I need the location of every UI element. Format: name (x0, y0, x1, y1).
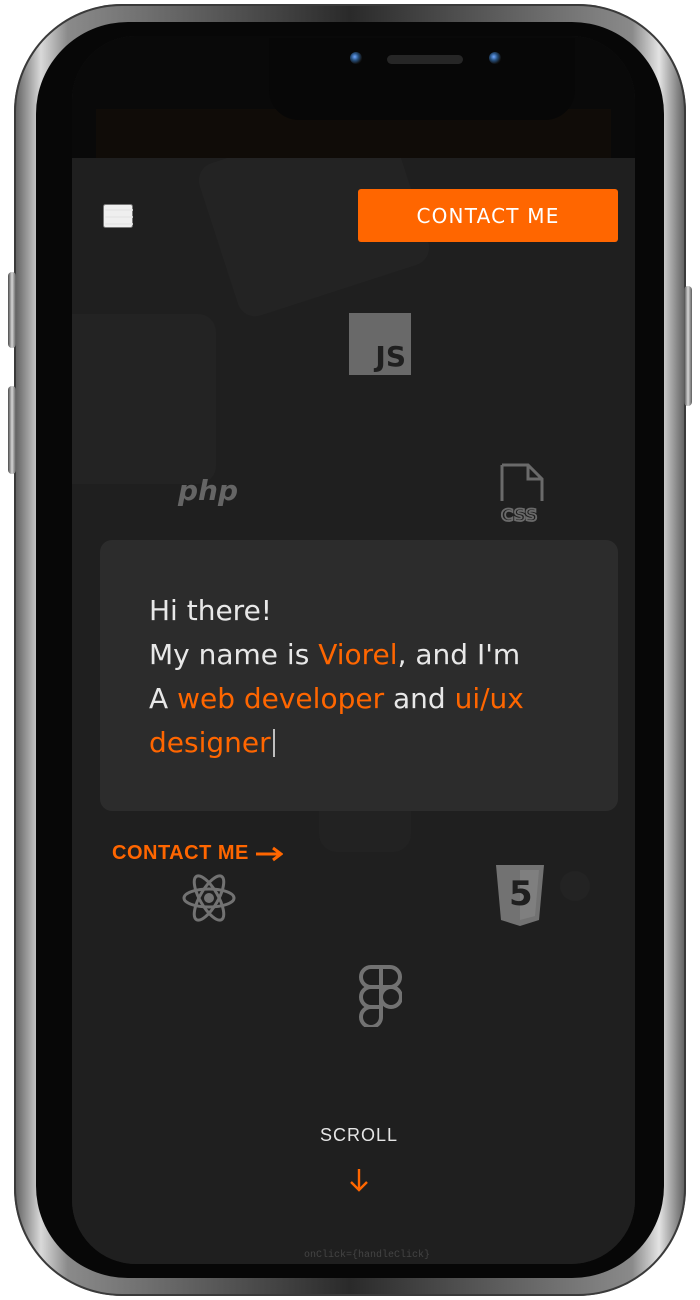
designer-line: designer (149, 721, 579, 765)
portfolio-home-screen: CONTACT ME JS php CSS 5 Hi there! My nam… (72, 158, 635, 1264)
contact-me-link-label: CONTACT ME (112, 842, 249, 864)
react-icon (182, 874, 236, 922)
roles-line: A web developer and ui/ux (149, 677, 579, 721)
figma-icon (359, 965, 402, 1027)
name-suffix: , and I'm (397, 638, 521, 671)
right-camera-icon (489, 52, 501, 64)
roles-prefix: A (149, 682, 178, 715)
side-button-right (684, 286, 692, 406)
introduction-card: Hi there! My name is Viorel, and I'm A w… (100, 540, 618, 811)
javascript-icon: JS (349, 313, 411, 375)
highlighted-name: Viorel (318, 638, 398, 671)
faint-code-text: onClick={handleClick} (304, 1250, 431, 1261)
side-button-upper (8, 272, 16, 348)
web-developer-role: web developer (177, 682, 385, 715)
css-file-icon: CSS (500, 463, 544, 527)
hamburger-menu-icon-line (105, 209, 133, 211)
html5-icon: 5 (496, 865, 544, 926)
name-line: My name is Viorel, and I'm (149, 633, 579, 677)
designer-role: designer (149, 726, 271, 759)
arrow-right-icon (255, 846, 283, 861)
html5-number: 5 (509, 874, 533, 914)
speaker-grill (387, 55, 463, 64)
name-prefix: My name is (149, 638, 319, 671)
hamburger-menu-button[interactable] (103, 204, 133, 228)
hamburger-menu-icon-line (105, 223, 133, 225)
uiux-role-start: ui/ux (454, 682, 524, 715)
phone-screen: CONTACT ME JS php CSS 5 Hi there! My nam… (72, 36, 635, 1264)
background-dot (560, 871, 590, 901)
scroll-label: SCROLL (319, 1125, 399, 1145)
javascript-icon-label: JS (375, 340, 406, 373)
contact-me-button[interactable]: CONTACT ME (358, 189, 618, 242)
introduction-text: Hi there! My name is Viorel, and I'm A w… (149, 589, 579, 765)
php-icon: php (178, 474, 239, 507)
greeting-line: Hi there! (149, 594, 273, 627)
background-card-shape (72, 314, 216, 484)
typing-cursor (272, 729, 275, 757)
side-button-middle (8, 386, 16, 474)
roles-conjunction: and (384, 682, 455, 715)
left-camera-icon (350, 52, 362, 64)
css-file-label: CSS (501, 506, 538, 526)
arrow-down-icon[interactable] (348, 1167, 370, 1193)
phone-notch (269, 38, 575, 120)
hamburger-menu-icon-line (105, 216, 133, 218)
contact-me-link[interactable]: CONTACT ME (112, 842, 283, 865)
